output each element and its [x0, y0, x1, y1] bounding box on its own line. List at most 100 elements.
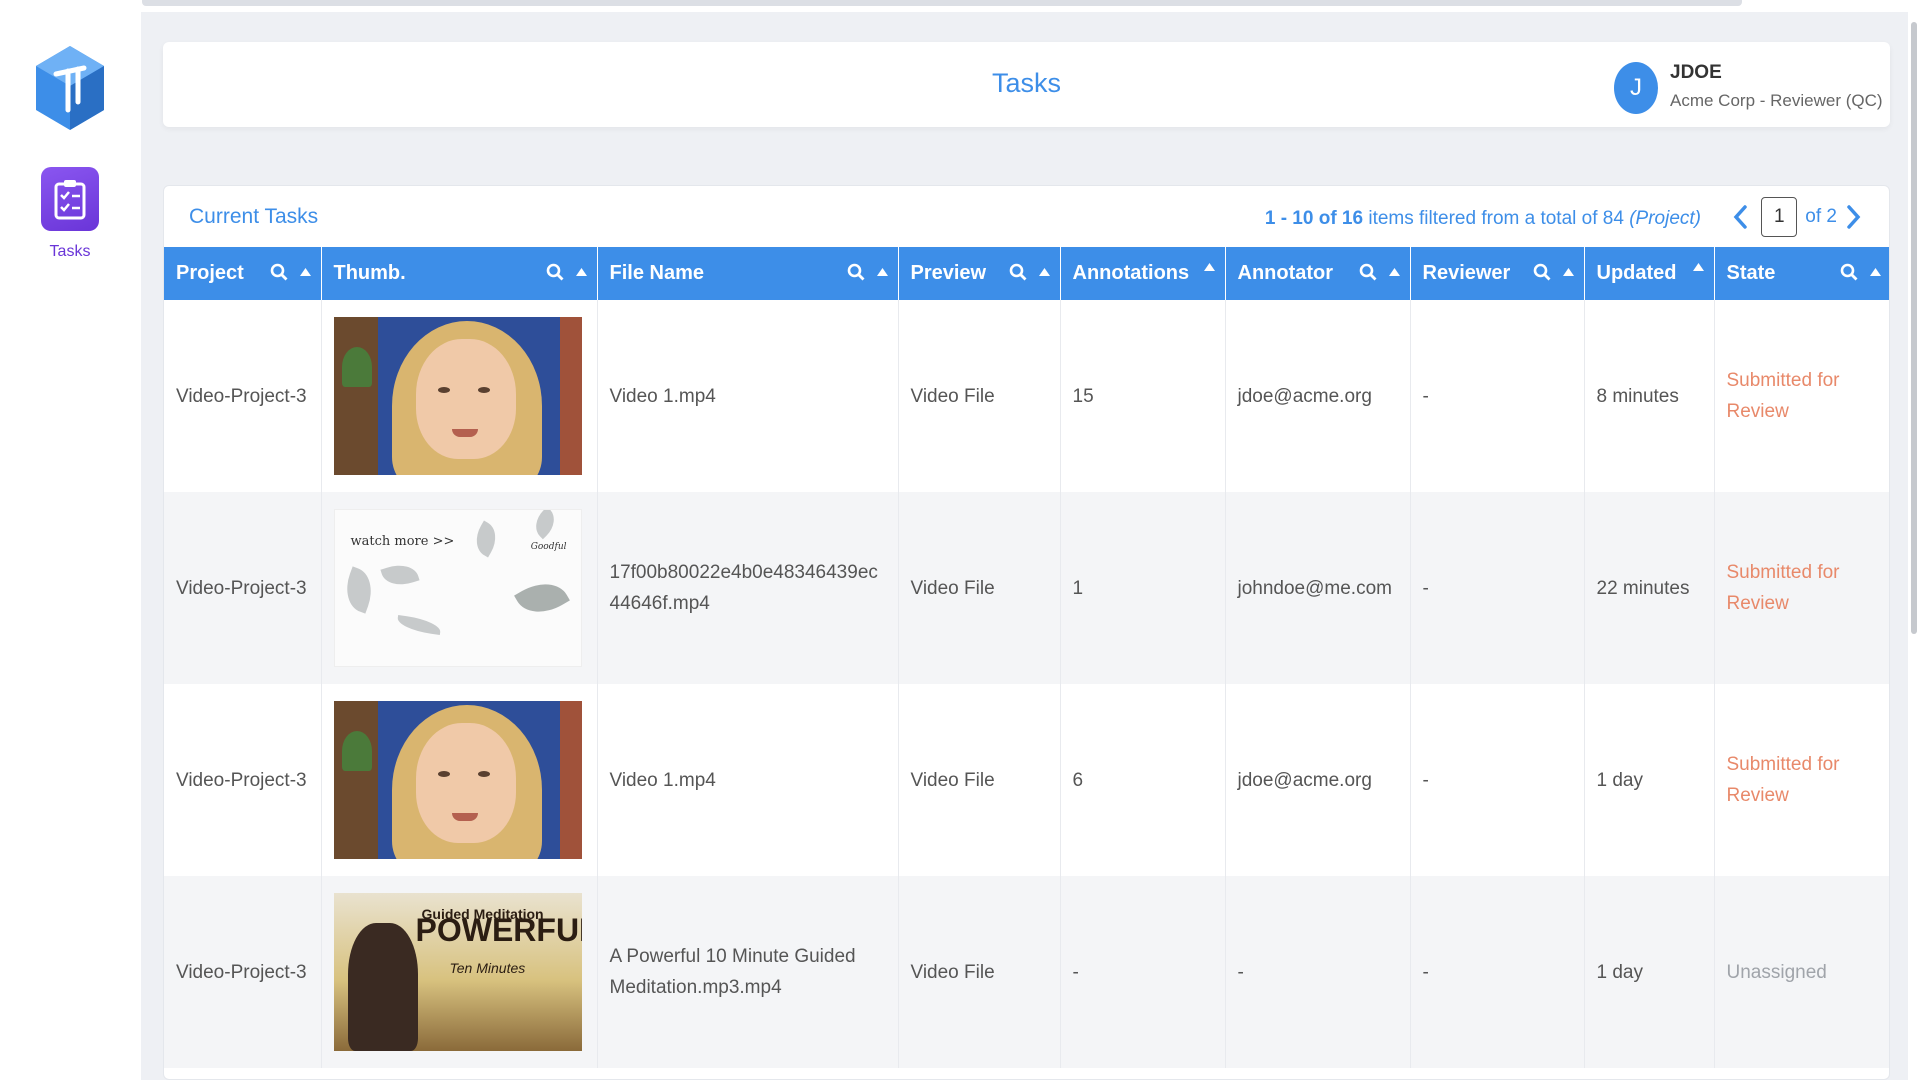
logo-icon: [36, 46, 104, 130]
sort-asc-icon[interactable]: [1388, 268, 1400, 276]
cell-annotator: -: [1225, 876, 1411, 1068]
cell-file-name: Video 1.mp4: [597, 300, 899, 492]
thumbnail-image[interactable]: [333, 701, 582, 859]
cell-file-name: 17f00b80022e4b0e48346439ec44646f.mp4: [597, 492, 899, 684]
tasks-table: Project Thumb. File Name Preview Annotat…: [164, 247, 1889, 1068]
thumbnail-image[interactable]: watch more >> Goodful: [333, 509, 582, 667]
paging-range: 1 - 10 of 16: [1264, 208, 1364, 229]
paging-text: items filtered from a total of 84: [1363, 208, 1630, 229]
prev-page-icon[interactable]: [1729, 202, 1751, 232]
cell-reviewer: -: [1410, 684, 1585, 876]
cell-project: Video-Project-3: [164, 300, 322, 492]
cell-preview[interactable]: Video File: [898, 492, 1061, 684]
cell-preview[interactable]: Video File: [898, 300, 1061, 492]
cell-state: Submitted for Review: [1714, 684, 1889, 876]
search-icon[interactable]: [1009, 263, 1027, 281]
avatar[interactable]: J: [1614, 62, 1658, 114]
cell-annotator: jdoe@acme.org: [1225, 300, 1411, 492]
col-header-thumb[interactable]: Thumb.: [321, 247, 598, 300]
col-header-reviewer[interactable]: Reviewer: [1410, 247, 1585, 300]
cell-thumb[interactable]: [321, 300, 598, 492]
paging-scope: (Project): [1629, 208, 1701, 229]
cell-thumb[interactable]: Guided Meditation POWERFUL Ten Minutes: [321, 876, 598, 1068]
section-title: Current Tasks: [189, 205, 319, 228]
address-bar-edge: [142, 0, 1742, 6]
cell-reviewer: -: [1410, 876, 1585, 1068]
scrollbar-thumb[interactable]: [1911, 22, 1917, 634]
table-header-row: Project Thumb. File Name Preview Annotat…: [164, 247, 1889, 300]
cell-thumb[interactable]: watch more >> Goodful: [321, 492, 598, 684]
table-row[interactable]: Video-Project-3 Video 1.mp4 Video File 6…: [164, 684, 1889, 876]
clipboard-check-icon: [41, 167, 99, 231]
cell-project: Video-Project-3: [164, 876, 322, 1068]
cell-thumb[interactable]: [321, 684, 598, 876]
sort-asc-icon[interactable]: [575, 268, 587, 276]
sort-asc-icon[interactable]: [1203, 263, 1215, 271]
sort-asc-icon[interactable]: [299, 268, 311, 276]
page-scrollbar[interactable]: [1908, 12, 1920, 1080]
cell-reviewer: -: [1410, 492, 1585, 684]
cell-annotator: jdoe@acme.org: [1225, 684, 1411, 876]
pager: of 2: [1729, 196, 1865, 238]
page-header: Tasks J JDOE Acme Corp - Reviewer (QC): [163, 42, 1890, 127]
thumb-caption: watch more >>: [350, 534, 455, 549]
sort-asc-icon[interactable]: [1038, 268, 1050, 276]
cell-updated: 1 day: [1584, 876, 1715, 1068]
col-header-updated[interactable]: Updated: [1584, 247, 1715, 300]
col-header-project[interactable]: Project: [164, 247, 322, 300]
thumbnail-image[interactable]: [333, 317, 582, 475]
user-name[interactable]: JDOE: [1670, 62, 1722, 84]
sidebar-item-tasks[interactable]: Tasks: [30, 167, 110, 267]
col-header-annotator[interactable]: Annotator: [1225, 247, 1411, 300]
next-page-icon[interactable]: [1843, 202, 1865, 232]
col-header-file-name[interactable]: File Name: [597, 247, 899, 300]
cell-annotations: 1: [1060, 492, 1226, 684]
cell-annotations: 6: [1060, 684, 1226, 876]
cell-preview[interactable]: Video File: [898, 876, 1061, 1068]
thumb-brand: Goodful: [530, 542, 567, 552]
table-row[interactable]: Video-Project-3 Guided Meditation POWERF…: [164, 876, 1889, 1068]
search-icon[interactable]: [1359, 263, 1377, 281]
sidebar-item-label: Tasks: [49, 243, 91, 260]
tasks-card: Current Tasks 1 - 10 of 16 items filtere…: [163, 185, 1890, 1080]
app-logo[interactable]: [34, 44, 106, 134]
user-role: Acme Corp - Reviewer (QC): [1670, 91, 1883, 110]
browser-top-strip: [0, 0, 1920, 12]
paging-info: 1 - 10 of 16 items filtered from a total…: [1265, 208, 1701, 230]
cell-preview[interactable]: Video File: [898, 684, 1061, 876]
col-header-state[interactable]: State: [1714, 247, 1889, 300]
search-icon[interactable]: [270, 263, 288, 281]
cell-annotations: -: [1060, 876, 1226, 1068]
col-header-preview[interactable]: Preview: [898, 247, 1061, 300]
thumbnail-image[interactable]: Guided Meditation POWERFUL Ten Minutes: [333, 893, 582, 1051]
col-header-annotations[interactable]: Annotations: [1060, 247, 1226, 300]
thumb-subtitle: Ten Minutes: [449, 960, 526, 976]
cell-project: Video-Project-3: [164, 492, 322, 684]
sidebar: Tasks: [0, 12, 141, 1080]
sort-asc-icon[interactable]: [876, 268, 888, 276]
search-icon[interactable]: [1533, 263, 1551, 281]
thumb-headline: POWERFUL: [415, 912, 582, 948]
sort-asc-icon[interactable]: [1562, 268, 1574, 276]
cell-updated: 8 minutes: [1584, 300, 1715, 492]
search-icon[interactable]: [847, 263, 865, 281]
cell-file-name: Video 1.mp4: [597, 684, 899, 876]
search-icon[interactable]: [546, 263, 564, 281]
page-count: of 2: [1805, 206, 1837, 227]
cell-annotations: 15: [1060, 300, 1226, 492]
cell-file-name: A Powerful 10 Minute Guided Meditation.m…: [597, 876, 899, 1068]
sort-asc-icon[interactable]: [1869, 268, 1881, 276]
cell-state: Submitted for Review: [1714, 492, 1889, 684]
page-number-input[interactable]: [1761, 197, 1798, 237]
table-row[interactable]: Video-Project-3 watch more >> Goodful 17…: [164, 492, 1889, 684]
cell-state: Submitted for Review: [1714, 300, 1889, 492]
cell-updated: 22 minutes: [1584, 492, 1715, 684]
table-row[interactable]: Video-Project-3 Video 1.mp4 Video File 1…: [164, 300, 1889, 492]
cell-annotator: johndoe@me.com: [1225, 492, 1411, 684]
search-icon[interactable]: [1840, 263, 1858, 281]
cell-project: Video-Project-3: [164, 684, 322, 876]
sort-asc-icon[interactable]: [1692, 263, 1704, 271]
cell-reviewer: -: [1410, 300, 1585, 492]
cell-state: Unassigned: [1714, 876, 1889, 1068]
cell-updated: 1 day: [1584, 684, 1715, 876]
